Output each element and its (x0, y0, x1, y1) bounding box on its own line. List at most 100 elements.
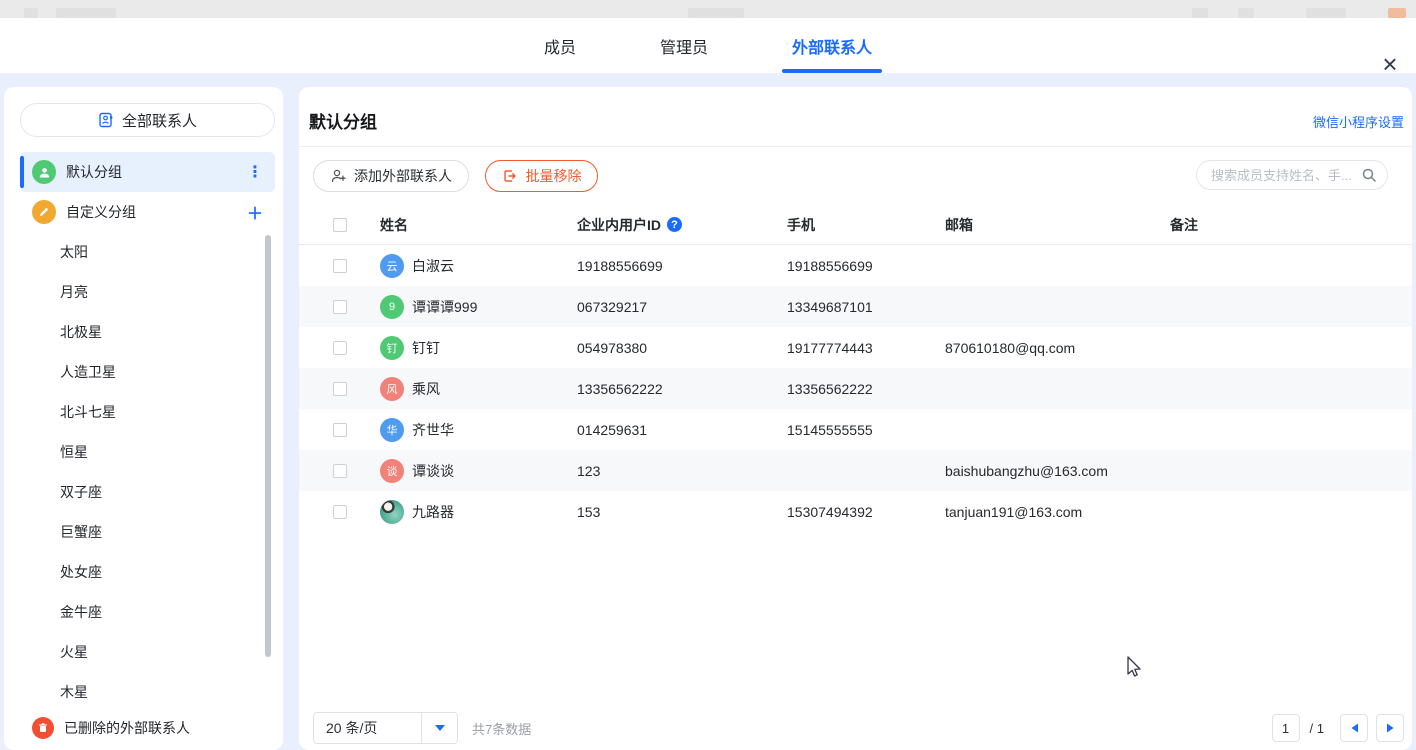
table-row: 华齐世华01425963115145555555 (299, 409, 1412, 450)
trash-icon (32, 717, 54, 739)
avatar: 9 (380, 295, 404, 319)
contact-name: 乘风 (412, 379, 440, 399)
prev-arrow-icon (1350, 723, 1359, 733)
background-ghost-icon (1238, 8, 1254, 18)
row-checkbox[interactable] (333, 341, 347, 355)
row-checkbox[interactable] (333, 259, 347, 273)
phone-cell: 19177774443 (787, 340, 945, 356)
row-checkbox[interactable] (333, 382, 347, 396)
tab-0[interactable]: 成员 (540, 18, 580, 73)
table-row: 九路器15315307494392tanjuan191@163.com (299, 491, 1412, 532)
user-id-cell: 054978380 (577, 340, 787, 356)
email-cell: 870610180@qq.com (945, 340, 1170, 356)
background-ghost-icon (1306, 8, 1346, 18)
chevron-down-icon (435, 725, 445, 731)
header-name: 姓名 (380, 215, 577, 235)
dimmed-background-bar (0, 0, 1416, 18)
sidebar-subgroup-item[interactable]: 人造卫星 (20, 352, 260, 392)
row-checkbox-cell (333, 423, 380, 437)
row-checkbox-cell (333, 259, 380, 273)
email-cell: tanjuan191@163.com (945, 504, 1170, 520)
dropdown-arrow-area[interactable] (421, 713, 457, 743)
toolbar: 添加外部联系人 批量移除 (313, 160, 1398, 192)
row-checkbox[interactable] (333, 505, 347, 519)
page-total-label: / 1 (1310, 721, 1324, 736)
modal-header: 成员管理员外部联系人 × (0, 18, 1416, 73)
background-ghost-text (56, 8, 116, 18)
background-ghost-icon (24, 8, 38, 18)
phone-cell: 13356562222 (787, 381, 945, 397)
wechat-miniprogram-settings-link[interactable]: 微信小程序设置 (1313, 112, 1404, 131)
name-cell: 风乘风 (380, 377, 577, 401)
all-contacts-button[interactable]: 全部联系人 (20, 103, 275, 137)
batch-remove-button[interactable]: 批量移除 (485, 160, 598, 192)
table-row: 云白淑云 1918855669919188556699 (299, 245, 1412, 286)
sidebar-subgroup-item[interactable]: 金牛座 (20, 592, 260, 632)
add-group-icon[interactable]: ＋ (245, 200, 265, 224)
table-footer: 20 条/页 共7条数据 1 / 1 (313, 712, 1404, 744)
sidebar-subgroup-item[interactable]: 北极星 (20, 312, 260, 352)
divider (299, 146, 1412, 147)
sidebar-subgroup-item[interactable]: 北斗七星 (20, 392, 260, 432)
table-row: 风乘风1335656222213356562222 (299, 368, 1412, 409)
row-checkbox-cell (333, 505, 380, 519)
close-icon[interactable]: × (1374, 48, 1406, 80)
sidebar-item-deleted-contacts[interactable]: 已删除的外部联系人 (20, 710, 275, 746)
row-checkbox[interactable] (333, 423, 347, 437)
next-arrow-icon (1386, 723, 1395, 733)
sidebar-subgroup-item[interactable]: 月亮 (20, 272, 260, 312)
tab-bar: 成员 管理员 外部联系人 (540, 18, 876, 73)
sidebar-group-item[interactable]: 自定义分组＋ (20, 192, 275, 232)
row-checkbox-cell (333, 382, 380, 396)
current-page-box[interactable]: 1 (1272, 714, 1300, 742)
phone-cell: 19188556699 (787, 258, 945, 274)
email-cell: baishubangzhu@163.com (945, 463, 1170, 479)
header-user-id: 企业内用户ID ? (577, 215, 787, 235)
row-checkbox[interactable] (333, 300, 347, 314)
person-add-icon (330, 168, 347, 184)
next-page-button[interactable] (1376, 714, 1404, 742)
avatar: 云 (380, 254, 404, 278)
header-checkbox-cell (333, 218, 380, 232)
prev-page-button[interactable] (1340, 714, 1368, 742)
help-question-icon[interactable]: ? (667, 217, 682, 232)
phone-cell: 15307494392 (787, 504, 945, 520)
sidebar-subgroup-item[interactable]: 双子座 (20, 472, 260, 512)
avatar: 谈 (380, 459, 404, 483)
select-all-checkbox[interactable] (333, 218, 347, 232)
sidebar-subgroup-item[interactable]: 木星 (20, 672, 260, 712)
background-ghost-title (688, 8, 744, 18)
sidebar-subgroup-item[interactable]: 巨蟹座 (20, 512, 260, 552)
search-icon[interactable] (1361, 167, 1377, 183)
sidebar-subgroup-item[interactable]: 恒星 (20, 432, 260, 472)
all-contacts-label: 全部联系人 (122, 110, 197, 131)
pagination: 1 / 1 (1272, 714, 1404, 742)
tab-1[interactable]: 管理员 (656, 18, 712, 73)
name-cell: 钉钉钉 (380, 336, 577, 360)
table-row: 9谭谭谭99906732921713349687101 (299, 286, 1412, 327)
sidebar-group-label: 默认分组 (66, 162, 235, 182)
group-sidebar: 全部联系人 默认分组 ⋮ 自定义分组＋ 太阳月亮北极星人造卫星北斗七星恒星双子座巨蟹… (4, 87, 283, 750)
user-id-cell: 19188556699 (577, 258, 787, 274)
row-checkbox-cell (333, 300, 380, 314)
user-id-cell: 153 (577, 504, 787, 520)
avatar: 华 (380, 418, 404, 442)
page-size-select[interactable]: 20 条/页 (313, 712, 458, 744)
row-checkbox[interactable] (333, 464, 347, 478)
tab-2[interactable]: 外部联系人 (788, 18, 876, 73)
sidebar-group-item[interactable]: 默认分组 ⋮ (20, 152, 275, 192)
header-remark: 备注 (1170, 215, 1412, 235)
contact-name: 白淑云 (412, 256, 454, 276)
contact-name: 钉钉 (412, 338, 440, 358)
sidebar-scrollbar[interactable] (265, 235, 271, 657)
search-input[interactable] (1211, 168, 1361, 183)
pencil-icon (32, 200, 56, 224)
name-cell: 华齐世华 (380, 418, 577, 442)
sidebar-subgroup-item[interactable]: 处女座 (20, 552, 260, 592)
selected-indicator (20, 156, 24, 188)
sidebar-subgroup-item[interactable]: 火星 (20, 632, 260, 672)
background-ghost-logo (1388, 8, 1406, 18)
add-external-contact-button[interactable]: 添加外部联系人 (313, 160, 469, 192)
sidebar-subgroup-item[interactable]: 太阳 (20, 232, 260, 272)
more-options-icon[interactable]: ⋮ (245, 162, 265, 182)
